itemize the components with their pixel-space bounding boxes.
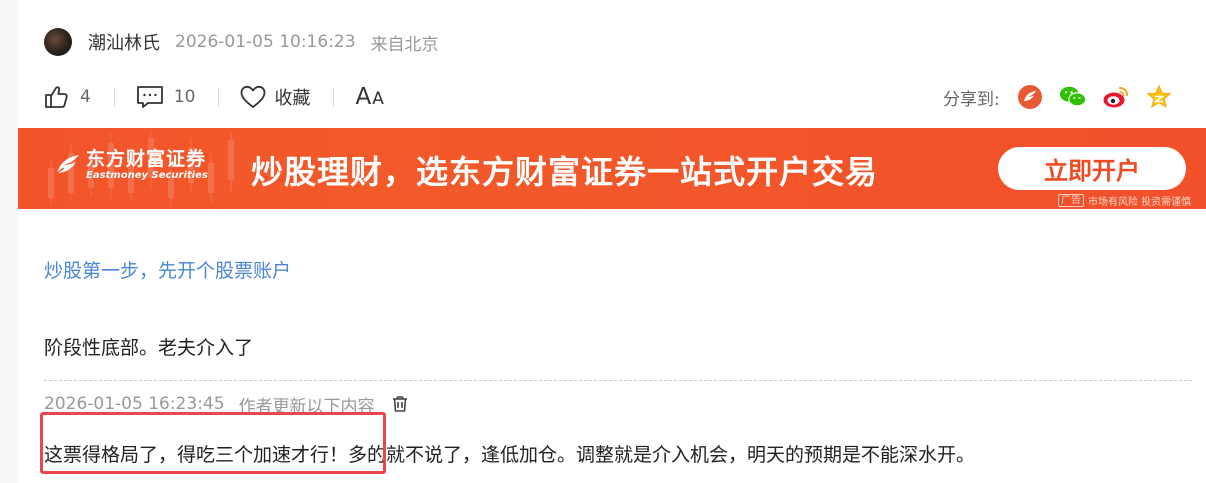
wechat-icon	[1059, 86, 1086, 107]
qzone-button[interactable]	[1145, 83, 1173, 111]
share-button[interactable]	[1016, 83, 1044, 111]
post-location: 来自北京	[370, 34, 439, 55]
post-content: 阶段性底部。老夫介入了	[44, 337, 254, 359]
highlight-box	[40, 412, 386, 474]
font-size-button[interactable]: A A	[355, 84, 383, 110]
divider	[333, 87, 335, 107]
heart-icon	[241, 85, 266, 108]
weibo-button[interactable]	[1102, 83, 1130, 111]
author-name[interactable]: 潮汕林氏	[88, 29, 160, 55]
divider	[218, 87, 220, 107]
brand-name-cn: 东方财富证券	[86, 148, 207, 170]
brand-logo: 东方财富证券 Eastmoney Securities	[54, 148, 208, 182]
trash-icon[interactable]	[391, 395, 409, 413]
ad-banner[interactable]: 东方财富证券 Eastmoney Securities 炒股理财，选东方财富证券…	[18, 128, 1206, 209]
update-divider	[44, 380, 1192, 381]
post-header: 潮汕林氏 2026-01-05 10:16:23 来自北京	[44, 27, 439, 57]
font-size-small: A	[372, 89, 384, 109]
post-time: 2026-01-05 10:16:23	[175, 32, 356, 52]
brand-name-en: Eastmoney Securities	[86, 170, 208, 181]
update-time: 2026-01-05 16:23:45	[44, 394, 225, 414]
eastmoney-logo-icon	[56, 155, 79, 174]
thumbs-up-icon	[45, 86, 68, 108]
like-button[interactable]: 4	[44, 84, 91, 110]
ad-tag: 广告	[1058, 194, 1084, 207]
font-size-large: A	[355, 84, 372, 110]
wechat-button[interactable]	[1059, 83, 1087, 111]
ad-disclaimer: 广告 市场有风险 投资需谨慎	[1058, 193, 1191, 208]
action-bar: 4 10 收藏 A A	[44, 80, 384, 114]
share-label: 分享到:	[943, 89, 1000, 110]
favorite-label: 收藏	[274, 88, 311, 109]
share-icon	[1017, 85, 1042, 109]
divider	[113, 87, 115, 107]
comment-icon	[136, 86, 163, 108]
open-account-button[interactable]: 立即开户	[998, 147, 1186, 190]
like-count: 4	[80, 87, 91, 107]
weibo-icon	[1103, 87, 1128, 108]
share-bar: 分享到:	[943, 80, 1173, 114]
qzone-icon	[1146, 84, 1172, 109]
favorite-button[interactable]: 收藏	[240, 84, 310, 110]
comment-button[interactable]: 10	[136, 84, 196, 110]
comment-count: 10	[173, 87, 196, 107]
avatar[interactable]	[44, 28, 72, 56]
risk-warning: 市场有风险 投资需谨慎	[1088, 197, 1192, 208]
promo-link[interactable]: 炒股第一步，先开个股票账户	[44, 256, 291, 283]
left-gutter	[0, 0, 18, 483]
banner-slogan: 炒股理财，选东方财富证券一站式开户交易	[251, 153, 879, 191]
